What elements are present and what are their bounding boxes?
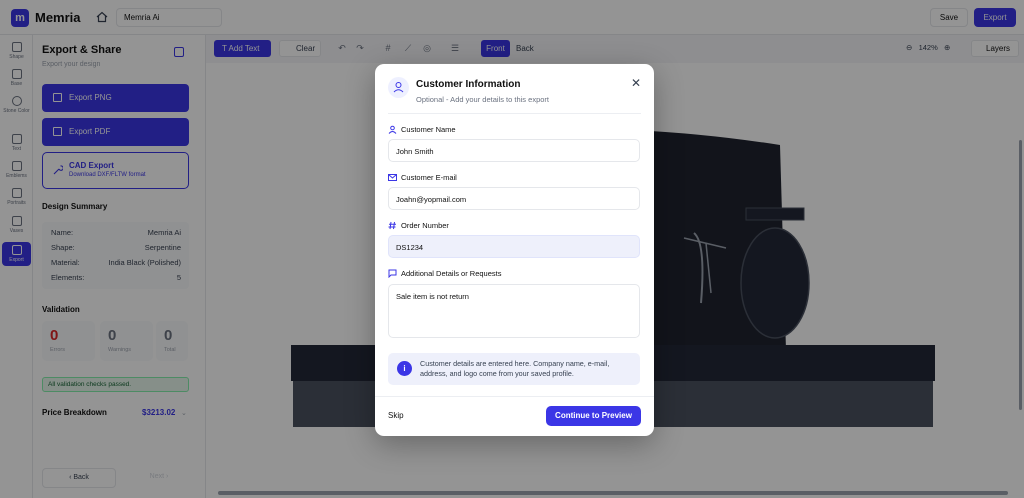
additional-details-label: Additional Details or Requests [401, 269, 502, 278]
customer-name-input[interactable]: John Smith [388, 139, 640, 162]
order-number-input[interactable]: DS1234 [388, 235, 640, 258]
customer-name-label: Customer Name [401, 125, 456, 134]
divider [388, 113, 641, 114]
customer-email-label: Customer E-mail [401, 173, 457, 182]
close-icon[interactable]: ✕ [631, 76, 641, 90]
mail-icon [388, 174, 397, 181]
info-text: Customer details are entered here. Compa… [420, 359, 610, 378]
hash-icon [388, 221, 396, 230]
order-number-label: Order Number [401, 221, 449, 230]
dialog-title: Customer Information [416, 79, 521, 90]
info-icon: i [397, 361, 412, 376]
message-icon [388, 269, 397, 278]
skip-button[interactable]: Skip [388, 411, 404, 420]
additional-details-textarea[interactable]: Sale item is not return [388, 284, 640, 338]
customer-info-dialog: Customer Information Optional - Add your… [375, 64, 654, 436]
customer-email-input[interactable]: Joahn@yopmail.com [388, 187, 640, 210]
user-icon [388, 77, 409, 98]
divider [375, 396, 654, 397]
info-notice: i Customer details are entered here. Com… [388, 353, 640, 385]
continue-to-preview-button[interactable]: Continue to Preview [546, 406, 641, 426]
dialog-subtitle: Optional - Add your details to this expo… [416, 95, 549, 104]
user-icon [388, 125, 397, 134]
